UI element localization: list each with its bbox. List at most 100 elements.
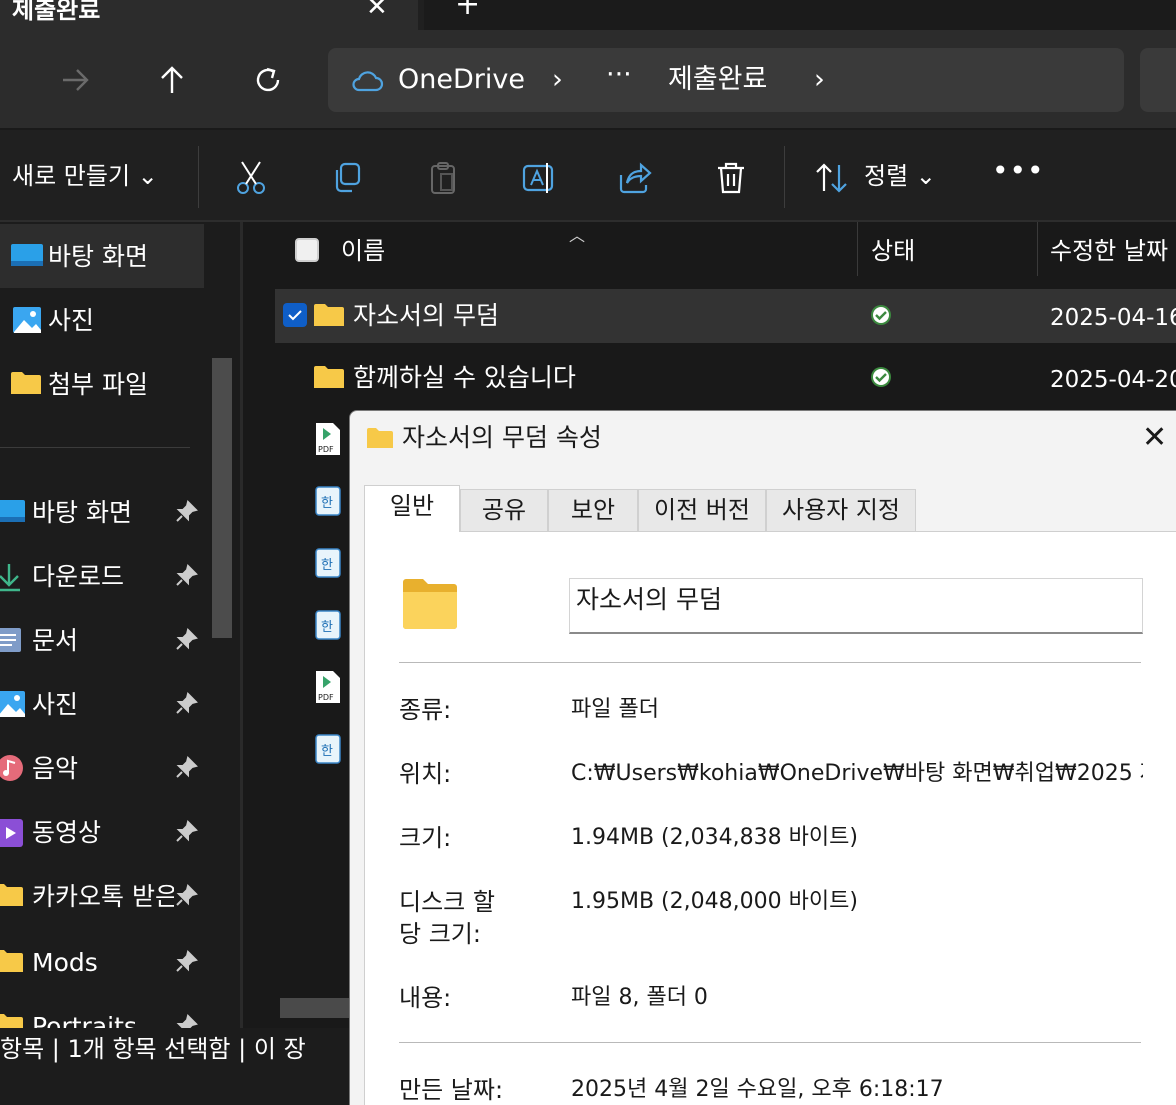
folder-icon — [314, 366, 344, 388]
sidebar-item-label: 바탕 화면 — [48, 242, 148, 271]
navigation-pane: 바탕 화면 사진 첨부 파일 바탕 화면 다운로드 문서 사진 음악 동영상 카… — [0, 222, 243, 1042]
sort-button[interactable]: 정렬 ⌄ — [864, 162, 936, 190]
column-header-status[interactable]: 상태 — [871, 236, 915, 266]
column-header-name[interactable]: 이름 — [341, 236, 385, 266]
folder-icon — [0, 1014, 23, 1028]
location-value: C:₩Users₩kohia₩OneDrive₩바탕 화면₩취업₩2025 자 — [571, 761, 1143, 786]
more-options-button[interactable]: ••• — [992, 156, 1045, 186]
sidebar-item-label: 음악 — [32, 754, 79, 783]
pictures-icon — [0, 691, 25, 717]
paste-button[interactable] — [423, 158, 463, 198]
column-divider[interactable] — [857, 222, 858, 276]
cloud-icon — [352, 71, 384, 92]
table-row[interactable]: 함께하실 수 있습니다 2025-04-20 — [275, 351, 1176, 405]
pin-icon[interactable] — [174, 820, 198, 844]
hwp-file-label: 한 — [321, 744, 333, 759]
breadcrumb-chevron[interactable]: › — [814, 65, 825, 95]
sidebar-item-label: 문서 — [32, 626, 79, 655]
separator — [198, 146, 199, 208]
breadcrumb-current-folder[interactable]: 제출완료 — [668, 65, 767, 95]
tab-security[interactable]: 보안 — [548, 489, 638, 531]
pin-icon[interactable] — [174, 692, 198, 716]
breadcrumb-overflow[interactable]: ··· — [606, 60, 632, 90]
pin-icon[interactable] — [174, 756, 198, 780]
sidebar-item-mods[interactable]: Mods — [0, 930, 204, 994]
pdf-file-label: PDF — [318, 693, 334, 702]
sidebar-item-pictures-pinned[interactable]: 사진 — [0, 672, 204, 736]
pin-icon[interactable] — [174, 950, 198, 974]
divider — [399, 662, 1141, 663]
tab-title: 제출완료 — [12, 0, 101, 24]
share-icon — [619, 162, 652, 194]
copy-icon — [335, 162, 361, 193]
forward-button[interactable] — [54, 58, 98, 102]
hwp-file-label: 한 — [321, 620, 333, 635]
hwp-file-icon[interactable]: 한 — [315, 486, 341, 516]
breadcrumb-onedrive[interactable]: OneDrive — [398, 65, 525, 95]
pin-icon[interactable] — [174, 500, 198, 524]
column-divider[interactable] — [1037, 222, 1038, 276]
pin-icon[interactable] — [174, 1014, 198, 1028]
column-header-date-modified[interactable]: 수정한 날짜 — [1050, 236, 1168, 266]
pin-icon[interactable] — [174, 884, 198, 908]
close-icon[interactable]: ✕ — [1142, 423, 1167, 453]
sidebar-item-music[interactable]: 음악 — [0, 736, 204, 800]
hwp-file-label: 한 — [321, 496, 333, 511]
rename-button[interactable] — [519, 158, 559, 198]
delete-button[interactable] — [711, 158, 751, 198]
pdf-file-icon[interactable]: PDF — [315, 670, 341, 704]
folder-name-input[interactable] — [569, 578, 1143, 634]
pdf-file-icon[interactable]: PDF — [315, 422, 341, 456]
dialog-title: 자소서의 무덤 속성 — [402, 423, 602, 452]
sidebar-item-label: 바탕 화면 — [32, 498, 132, 527]
sidebar-item-portraits[interactable]: Portraits — [0, 994, 204, 1028]
up-button[interactable] — [150, 58, 194, 102]
size-value: 1.94MB (2,034,838 바이트) — [571, 825, 858, 850]
file-name: 함께하실 수 있습니다 — [353, 363, 576, 392]
sidebar-item-pictures[interactable]: 사진 — [0, 288, 204, 352]
new-button[interactable]: 새로 만들기 ⌄ — [12, 162, 158, 190]
tab-sharing[interactable]: 공유 — [460, 489, 548, 531]
sort-caret-icon: ︿ — [569, 226, 586, 245]
sidebar-item-label: 다운로드 — [32, 562, 125, 591]
sort-icon-button[interactable] — [812, 158, 852, 198]
tab-active[interactable]: 제출완료 ✕ — [0, 0, 418, 30]
hwp-file-icon[interactable]: 한 — [315, 734, 341, 764]
separator — [784, 146, 785, 208]
pin-icon[interactable] — [174, 628, 198, 652]
type-label: 종류: — [399, 696, 452, 724]
tab-close-icon[interactable]: ✕ — [366, 0, 388, 20]
new-tab-button[interactable]: + — [455, 0, 480, 20]
location-label: 위치: — [399, 760, 452, 788]
address-bar[interactable]: OneDrive › ··· 제출완료 › — [328, 48, 1124, 112]
sidebar-item-desktop-pinned[interactable]: 바탕 화면 — [0, 480, 204, 544]
sidebar-item-kakaotalk[interactable]: 카카오톡 받은 — [0, 864, 204, 928]
row-checkbox[interactable] — [283, 303, 307, 327]
sidebar-item-label: 첨부 파일 — [48, 370, 148, 399]
select-all-checkbox[interactable] — [295, 238, 319, 262]
share-button[interactable] — [615, 158, 655, 198]
sidebar-item-desktop[interactable]: 바탕 화면 — [0, 224, 204, 288]
hwp-file-icon[interactable]: 한 — [315, 610, 341, 640]
sidebar-item-documents[interactable]: 문서 — [0, 608, 204, 672]
tab-customize[interactable]: 사용자 지정 — [766, 489, 916, 531]
breadcrumb-chevron[interactable]: › — [552, 65, 563, 95]
hwp-file-icon[interactable]: 한 — [315, 548, 341, 578]
sidebar-item-attachments[interactable]: 첨부 파일 — [0, 352, 204, 416]
pdf-file-label: PDF — [318, 445, 334, 454]
tab-general[interactable]: 일반 — [364, 485, 460, 532]
pin-icon[interactable] — [174, 564, 198, 588]
copy-button[interactable] — [327, 158, 367, 198]
tab-previous-versions[interactable]: 이전 버전 — [638, 489, 766, 531]
refresh-button[interactable] — [246, 58, 290, 102]
sidebar-item-label: Portraits — [32, 1012, 137, 1028]
search-box[interactable] — [1140, 48, 1176, 112]
horizontal-scrollbar[interactable] — [280, 998, 352, 1018]
desktop-icon — [0, 500, 25, 522]
sidebar-item-videos[interactable]: 동영상 — [0, 800, 204, 864]
sidebar-item-label: Mods — [32, 948, 98, 977]
cut-button[interactable] — [231, 158, 271, 198]
sidebar-item-downloads[interactable]: 다운로드 — [0, 544, 204, 608]
table-row[interactable]: 자소서의 무덤 2025-04-16 — [275, 289, 1176, 343]
sidebar-scrollbar[interactable] — [212, 358, 232, 638]
